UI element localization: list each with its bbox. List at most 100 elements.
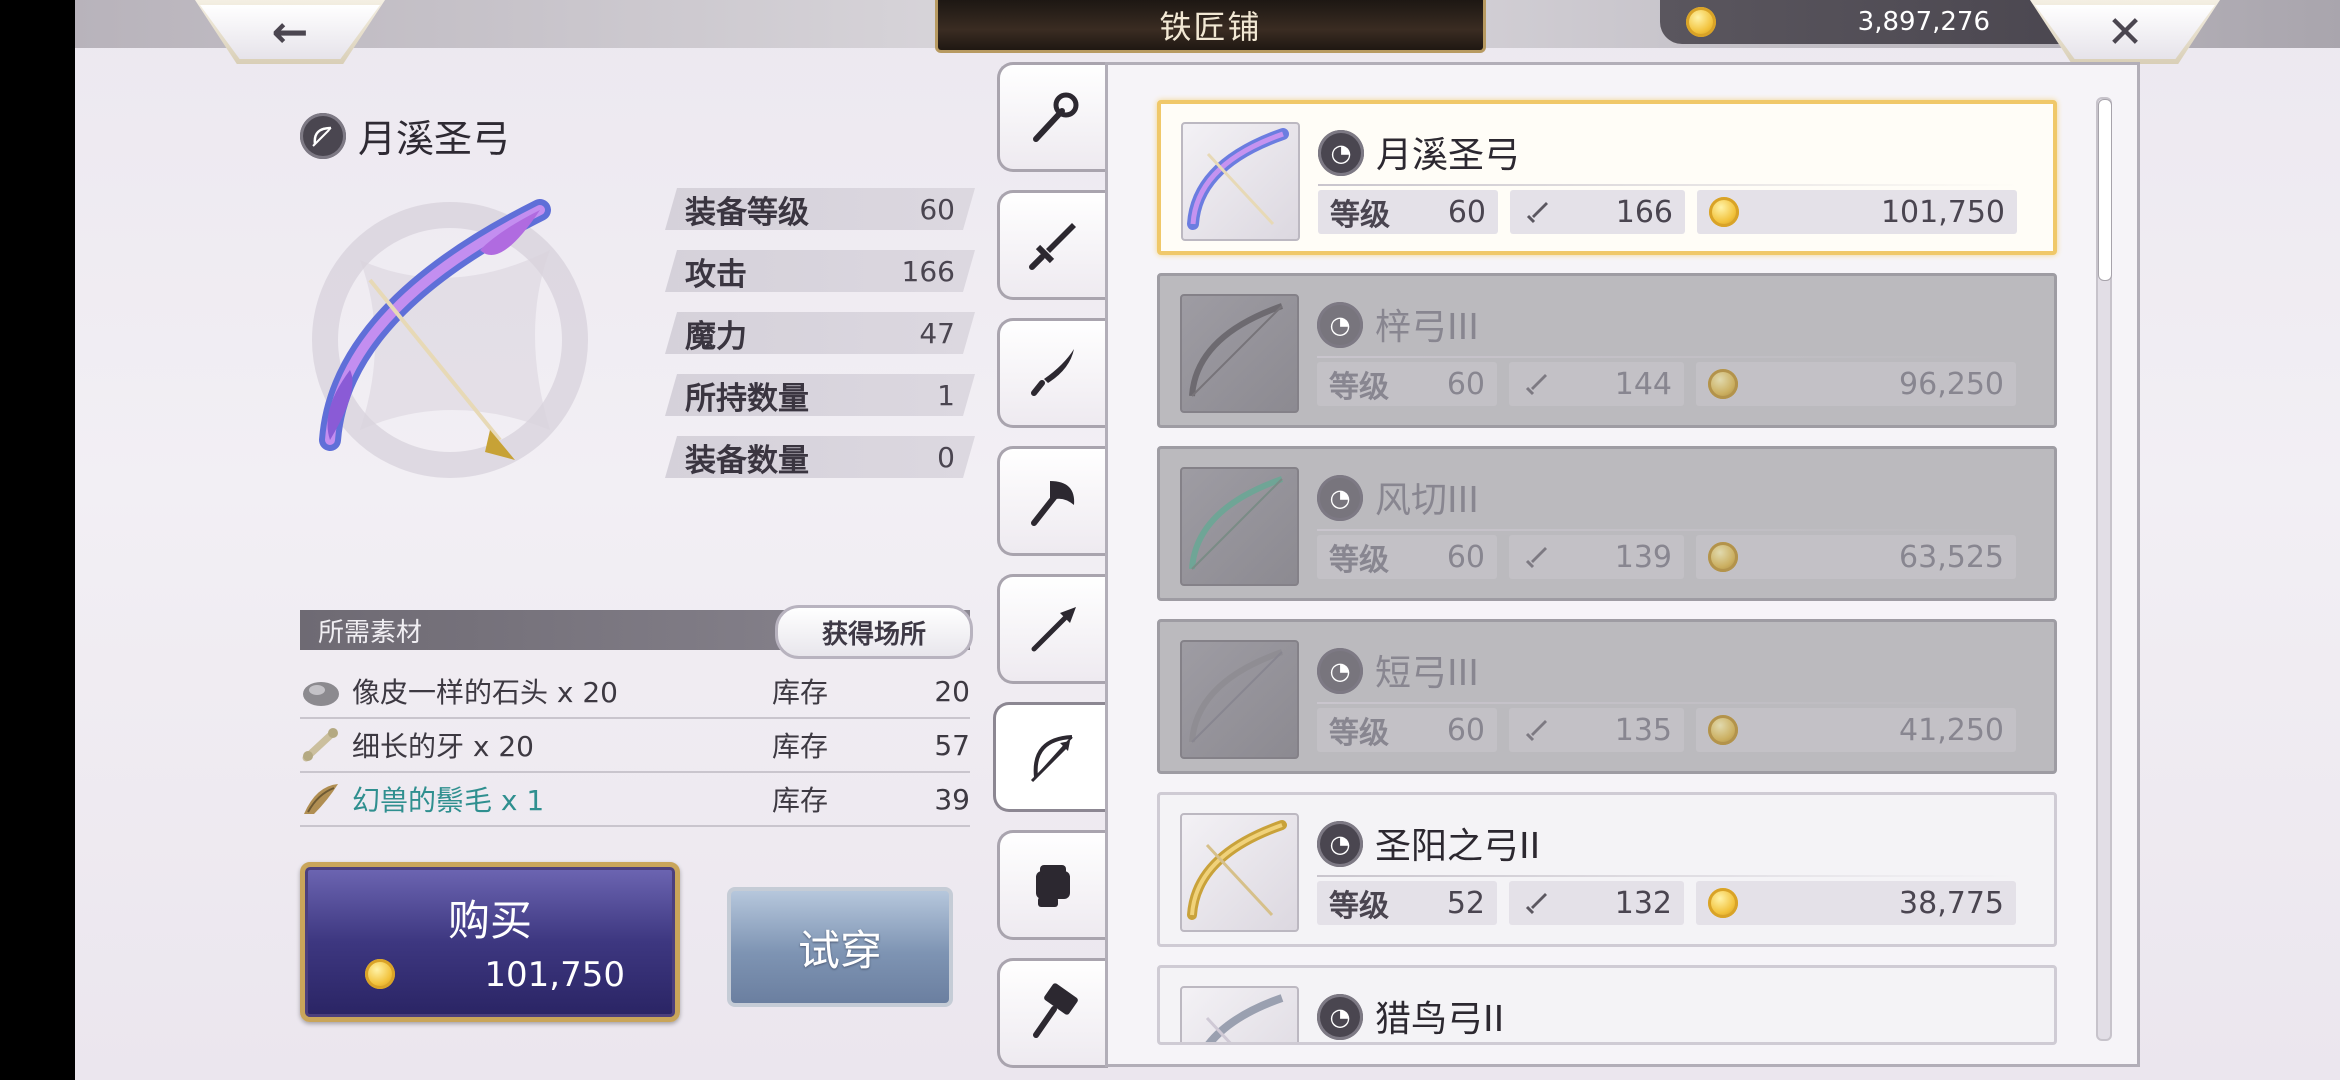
- stats-panel: 装备等级 60 攻击 166 魔力 47 所持数量 1 装备数量 0: [665, 188, 975, 498]
- obtain-location-button[interactable]: 获得场所: [775, 605, 973, 659]
- weapon-card[interactable]: ◔ 风切III 等级 60 139 63,525: [1157, 446, 2057, 601]
- weapon-info: 等级 60 144 96,250: [1317, 362, 2017, 408]
- coin-icon: [1709, 197, 1739, 227]
- stat-label: 装备数量: [685, 442, 809, 479]
- material-name: 像皮一样的石头 x 20: [352, 676, 619, 709]
- tab-axe[interactable]: [997, 446, 1108, 556]
- machete-icon: [1031, 349, 1074, 396]
- price-value: 101,750: [1880, 194, 2005, 230]
- attack-value: 139: [1614, 539, 1672, 575]
- scrollbar-thumb[interactable]: [2098, 99, 2112, 281]
- stone-icon: [303, 682, 339, 706]
- attack-pill: 132: [1509, 881, 1684, 925]
- price-pill: 101,750: [1697, 190, 2017, 234]
- stock-label: 库存: [772, 784, 829, 817]
- bow-type-icon: [300, 112, 346, 159]
- stat-value: 47: [919, 316, 955, 350]
- tab-gauntlet[interactable]: [997, 830, 1108, 940]
- bow-type-icon: ◔: [1317, 821, 1363, 867]
- bow-type-icon: ◔: [1318, 130, 1364, 176]
- stat-row-equipped: 装备数量 0: [665, 436, 975, 478]
- level-value: 52: [1446, 885, 1485, 921]
- list-scrollbar[interactable]: [2096, 97, 2112, 1041]
- tab-hammer[interactable]: [997, 958, 1108, 1068]
- attack-pill: 139: [1509, 535, 1684, 579]
- level-label: 等级: [1329, 543, 1389, 578]
- stat-label: 装备等级: [685, 194, 809, 231]
- weapon-info: 等级 60 139 63,525: [1317, 535, 2017, 581]
- back-arrow-icon: ←: [271, 6, 309, 58]
- attack-value: 166: [1615, 194, 1673, 230]
- tab-bow[interactable]: [993, 702, 1112, 812]
- price-pill: 63,525: [1696, 535, 2016, 579]
- weapon-card[interactable]: ◔ 猎鸟弓II: [1157, 965, 2057, 1045]
- coin-icon: [1708, 369, 1738, 399]
- stock-label: 库存: [772, 676, 829, 709]
- level-label: 等级: [1330, 198, 1390, 233]
- spear-icon: [1031, 607, 1076, 652]
- weapon-thumbnail: [1180, 640, 1299, 759]
- staff-icon: [1033, 92, 1079, 142]
- level-pill: 等级 60: [1317, 362, 1497, 406]
- page-title: 铁匠铺: [935, 0, 1486, 53]
- item-name: 月溪圣弓: [358, 117, 511, 161]
- try-on-button[interactable]: 试穿: [727, 887, 953, 1007]
- price-pill: 41,250: [1696, 708, 2016, 752]
- bow-type-icon: ◔: [1317, 994, 1363, 1040]
- close-icon: ✕: [2106, 6, 2144, 58]
- level-value: 60: [1446, 539, 1485, 575]
- weapon-card[interactable]: ◔ 短弓III 等级 60 135 41,250: [1157, 619, 2057, 774]
- stat-label: 攻击: [685, 256, 747, 293]
- price-pill: 38,775: [1696, 881, 2016, 925]
- level-value: 60: [1447, 194, 1486, 230]
- tab-spear[interactable]: [997, 574, 1108, 684]
- close-button[interactable]: ✕: [2030, 0, 2220, 64]
- stat-value: 166: [901, 254, 955, 288]
- divider: [1317, 875, 2017, 877]
- weapon-image: [300, 190, 600, 490]
- weapon-thumbnail: [1180, 986, 1299, 1042]
- stat-row-owned: 所持数量 1: [665, 374, 975, 416]
- game-screen: ← 铁匠铺 3,897,276 ✕ 月溪圣弓 装备等级 60 攻击 166 魔力 47…: [75, 0, 2340, 1080]
- coin-icon: [1708, 888, 1738, 918]
- stat-value: 1: [937, 378, 955, 412]
- level-label: 等级: [1329, 716, 1389, 751]
- stat-value: 0: [937, 440, 955, 474]
- attack-pill: 144: [1509, 362, 1684, 406]
- weapon-info: 等级 60 166 101,750: [1318, 190, 2018, 236]
- coin-icon: [365, 959, 395, 989]
- material-name: 细长的牙 x 20: [352, 730, 535, 763]
- weapon-card[interactable]: ◔ 圣阳之弓II 等级 52 132 38,775: [1157, 792, 2057, 947]
- item-title: 月溪圣弓: [300, 108, 510, 163]
- tab-staff[interactable]: [997, 62, 1108, 172]
- buy-button[interactable]: 购买 101,750: [300, 862, 680, 1022]
- level-pill: 等级 60: [1317, 535, 1497, 579]
- level-label: 等级: [1329, 889, 1389, 924]
- weapon-card[interactable]: ◔ 梓弓III 等级 60 144 96,250: [1157, 273, 2057, 428]
- level-pill: 等级 60: [1318, 190, 1498, 234]
- attack-sword-icon: [1525, 547, 1547, 569]
- back-button[interactable]: ←: [195, 0, 385, 64]
- weapon-thumbnail: [1180, 813, 1299, 932]
- material-row[interactable]: 像皮一样的石头 x 20 库存 20: [300, 665, 970, 719]
- attack-sword-icon: [1525, 720, 1547, 742]
- materials-list: 像皮一样的石头 x 20 库存 20 细长的牙 x 20 库存 57 幻兽的鬃毛…: [300, 665, 970, 827]
- tab-sword[interactable]: [997, 190, 1108, 300]
- divider: [1318, 184, 2018, 186]
- weapon-name: 猎鸟弓II: [1375, 999, 1505, 1040]
- stat-label: 所持数量: [685, 380, 809, 417]
- weapon-card-selected[interactable]: ◔ 月溪圣弓 等级 60 166 101,750: [1157, 100, 2057, 255]
- price-value: 63,525: [1899, 539, 2004, 575]
- weapon-name: 圣阳之弓II: [1375, 826, 1541, 867]
- bow-type-icon: ◔: [1317, 302, 1363, 348]
- fang-icon: [302, 728, 338, 762]
- level-label: 等级: [1329, 370, 1389, 405]
- tab-machete[interactable]: [997, 318, 1108, 428]
- stat-row-magic: 魔力 47: [665, 312, 975, 354]
- level-pill: 等级 60: [1317, 708, 1497, 752]
- price-value: 96,250: [1899, 366, 2004, 402]
- bow-icon: [1030, 735, 1073, 783]
- material-row[interactable]: 细长的牙 x 20 库存 57: [300, 719, 970, 773]
- weapon-thumbnail: [1180, 467, 1299, 586]
- material-row[interactable]: 幻兽的鬃毛 x 1 库存 39: [300, 773, 970, 827]
